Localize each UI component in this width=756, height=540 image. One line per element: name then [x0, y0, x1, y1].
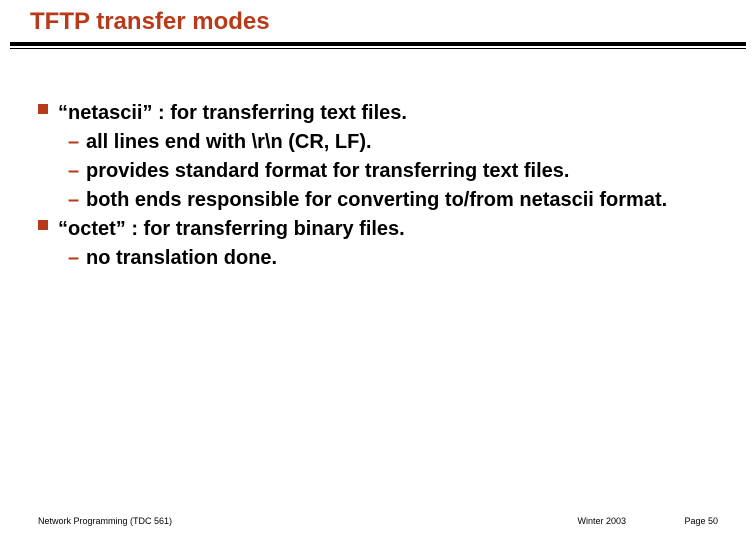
bullet-level1: “octet” : for transferring binary files.: [38, 216, 716, 243]
bullet-text: “netascii” : for transferring text files…: [58, 102, 407, 124]
footer-course: Network Programming (TDC 561): [38, 516, 172, 526]
bullet-level1: “netascii” : for transferring text files…: [38, 100, 716, 127]
dash-icon: –: [68, 245, 79, 272]
bullet-text: provides standard format for transferrin…: [86, 160, 569, 182]
dash-icon: –: [68, 187, 79, 214]
square-bullet-icon: [38, 104, 48, 114]
dash-icon: –: [68, 129, 79, 156]
bullet-level2: – no translation done.: [38, 245, 716, 272]
bullet-level2: – both ends responsible for converting t…: [38, 187, 716, 214]
bullet-text: all lines end with \r\n (CR, LF).: [86, 131, 372, 153]
title-rule-thin: [10, 48, 746, 49]
bullet-text: “octet” : for transferring binary files.: [58, 218, 405, 240]
title-rule-thick: [10, 42, 746, 46]
footer-page: Page 50: [684, 516, 718, 526]
bullet-level2: – all lines end with \r\n (CR, LF).: [38, 129, 716, 156]
bullet-level2: – provides standard format for transferr…: [38, 158, 716, 185]
footer-term: Winter 2003: [577, 516, 626, 526]
slide-title: TFTP transfer modes: [30, 8, 270, 36]
bullet-text: both ends responsible for converting to/…: [86, 189, 667, 211]
square-bullet-icon: [38, 220, 48, 230]
content-area: “netascii” : for transferring text files…: [38, 100, 716, 274]
slide: TFTP transfer modes “netascii” : for tra…: [0, 0, 756, 540]
bullet-text: no translation done.: [86, 247, 277, 269]
dash-icon: –: [68, 158, 79, 185]
